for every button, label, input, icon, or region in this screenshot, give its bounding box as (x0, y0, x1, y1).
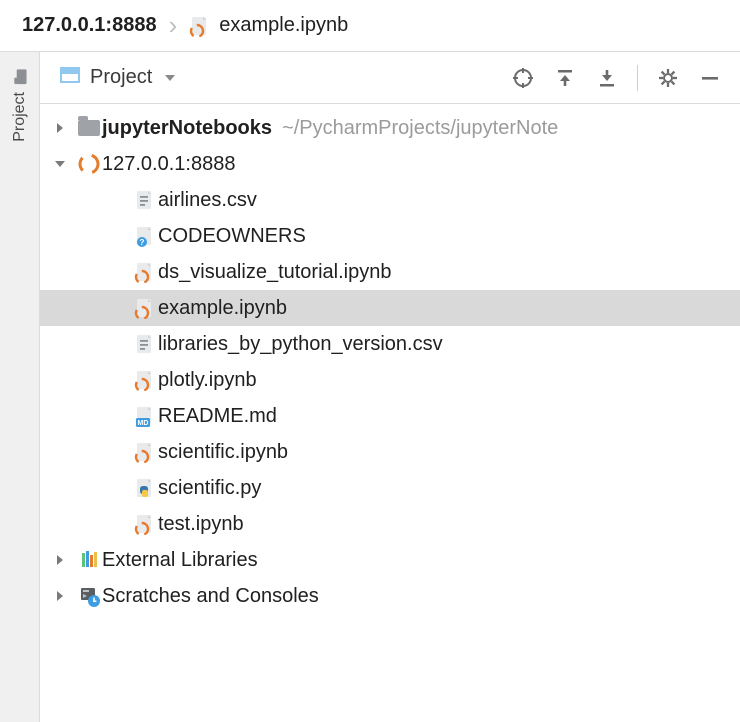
tree-label: External Libraries (102, 549, 258, 572)
expand-all-button[interactable] (549, 62, 581, 94)
tree-file-label: scientific.py (158, 477, 261, 500)
toolbar-separator (637, 65, 638, 91)
tree-file-label: test.ipynb (158, 513, 244, 536)
unknown-file-icon (132, 225, 158, 247)
tree-file-node[interactable]: scientific.ipynb (40, 434, 740, 470)
tree-file-label: README.md (158, 405, 277, 428)
breadcrumb: 127.0.0.1:8888 › example.ipynb (0, 0, 740, 52)
md-file-icon (132, 405, 158, 427)
project-tool-tab[interactable]: Project (9, 58, 31, 152)
py-file-icon (132, 477, 158, 499)
tree-file-node[interactable]: libraries_by_python_version.csv (40, 326, 740, 362)
tree-node-scratches[interactable]: Scratches and Consoles (40, 578, 740, 614)
chevron-down-icon[interactable] (54, 158, 76, 170)
tree-file-node[interactable]: scientific.py (40, 470, 740, 506)
jupyter-server-icon (76, 152, 102, 176)
chevron-right-icon[interactable] (54, 554, 76, 566)
ipynb-file-icon (132, 441, 158, 463)
tree-file-node[interactable]: CODEOWNERS (40, 218, 740, 254)
chevron-right-icon[interactable] (54, 122, 76, 134)
scratches-icon (76, 585, 102, 607)
settings-button[interactable] (652, 62, 684, 94)
chevron-right-icon[interactable] (54, 590, 76, 602)
ipynb-file-icon (132, 513, 158, 535)
tree-node-jupyter-server[interactable]: 127.0.0.1:8888 (40, 146, 740, 182)
breadcrumb-root[interactable]: 127.0.0.1:8888 (22, 14, 157, 37)
text-file-icon (132, 189, 158, 211)
tree-file-label: scientific.ipynb (158, 441, 288, 464)
chevron-down-icon[interactable] (162, 70, 178, 86)
tree-file-label: libraries_by_python_version.csv (158, 333, 443, 356)
ipynb-file-icon (132, 297, 158, 319)
ipynb-file-icon (132, 261, 158, 283)
tree-file-node[interactable]: plotly.ipynb (40, 362, 740, 398)
panel-title[interactable]: Project (90, 66, 152, 89)
tree-file-node[interactable]: example.ipynb (40, 290, 740, 326)
project-tree[interactable]: jupyterNotebooks ~/PycharmProjects/jupyt… (40, 104, 740, 722)
project-view-icon (60, 66, 80, 89)
tree-label: Scratches and Consoles (102, 585, 319, 608)
tree-file-label: example.ipynb (158, 297, 287, 320)
jupyter-notebook-icon (189, 15, 211, 37)
folder-icon (11, 68, 29, 86)
folder-icon (76, 120, 102, 136)
ipynb-file-icon (132, 369, 158, 391)
project-panel: Project jupyterNotebooks ~/PycharmProjec… (40, 52, 740, 722)
tree-file-label: airlines.csv (158, 189, 257, 212)
project-tab-label: Project (11, 92, 29, 142)
tool-window-stripe: Project (0, 52, 40, 722)
breadcrumb-file[interactable]: example.ipynb (219, 14, 348, 37)
tree-file-label: plotly.ipynb (158, 369, 257, 392)
tree-label: 127.0.0.1:8888 (102, 153, 235, 176)
tree-node-external-libraries[interactable]: External Libraries (40, 542, 740, 578)
panel-header: Project (40, 52, 740, 104)
tree-label: jupyterNotebooks (102, 117, 272, 140)
tree-file-node[interactable]: README.md (40, 398, 740, 434)
tree-hint: ~/PycharmProjects/jupyterNote (282, 117, 558, 140)
external-libraries-icon (76, 549, 102, 571)
hide-panel-button[interactable] (694, 62, 726, 94)
tree-file-node[interactable]: ds_visualize_tutorial.ipynb (40, 254, 740, 290)
tree-file-label: ds_visualize_tutorial.ipynb (158, 261, 391, 284)
tree-node-project-root[interactable]: jupyterNotebooks ~/PycharmProjects/jupyt… (40, 110, 740, 146)
text-file-icon (132, 333, 158, 355)
collapse-all-button[interactable] (591, 62, 623, 94)
breadcrumb-separator-icon: › (169, 10, 178, 41)
locate-button[interactable] (507, 62, 539, 94)
tree-file-node[interactable]: airlines.csv (40, 182, 740, 218)
tree-file-node[interactable]: test.ipynb (40, 506, 740, 542)
tree-file-label: CODEOWNERS (158, 225, 306, 248)
